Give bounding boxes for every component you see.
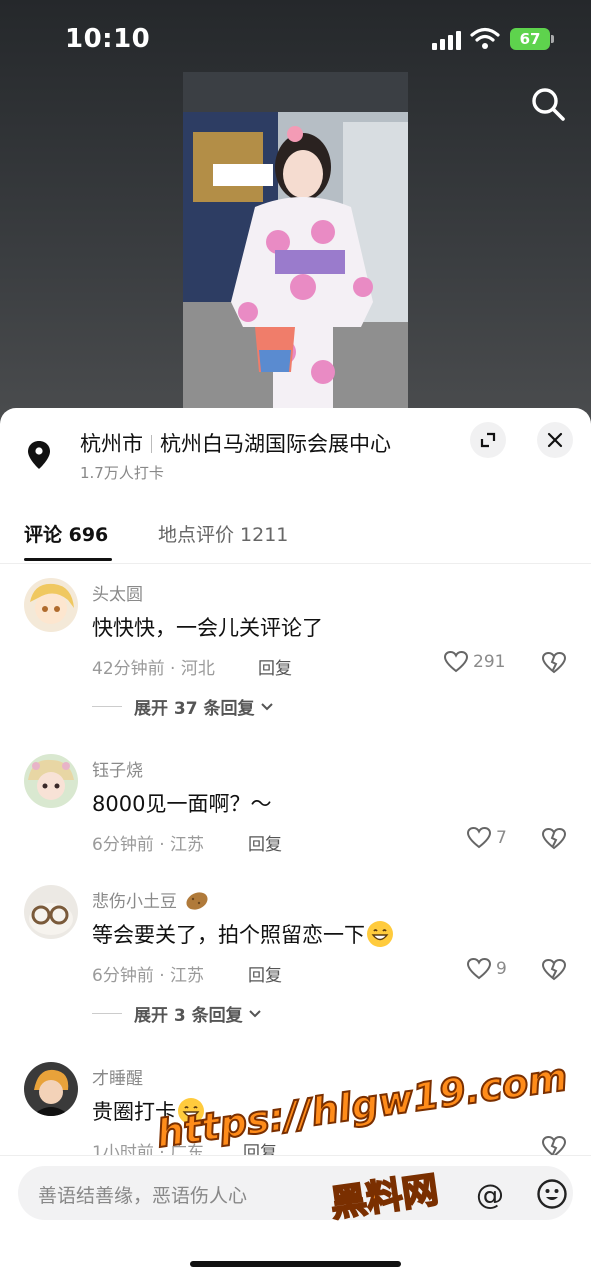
comment-meta: 6分钟前 · 江苏 xyxy=(92,835,205,855)
comment-sheet: 杭州市杭州白马湖国际会展中心 1.7万人打卡 评论 696 地点评价 1211 xyxy=(0,408,591,1280)
comment-author[interactable]: 才睡醒 xyxy=(92,1064,143,1089)
battery-icon: 67 xyxy=(510,28,554,50)
dislike-button[interactable] xyxy=(541,650,567,676)
cellular-signal-icon xyxy=(432,30,464,50)
avatar[interactable] xyxy=(24,885,78,939)
broken-heart-icon xyxy=(541,827,567,850)
comment-meta: 42分钟前 · 河北 xyxy=(92,659,215,679)
checkin-count: 1.7万人打卡 xyxy=(80,464,164,482)
divider-line xyxy=(92,706,122,707)
status-bar: 10:10 67 xyxy=(0,0,591,70)
broken-heart-icon xyxy=(541,958,567,981)
comment-meta: 6分钟前 · 江苏 xyxy=(92,966,205,986)
comment-author[interactable]: 钰子烧 xyxy=(92,756,143,781)
avatar[interactable] xyxy=(24,1062,78,1116)
expand-replies-label[interactable]: 展开 3 条回复 xyxy=(134,1001,243,1026)
location-city[interactable]: 杭州市 xyxy=(80,432,143,456)
home-indicator xyxy=(190,1261,401,1267)
like-count: 291 xyxy=(473,652,506,672)
divider-line xyxy=(92,1013,122,1014)
heart-icon xyxy=(466,957,492,980)
potato-emoji-icon xyxy=(186,892,208,910)
search-icon[interactable] xyxy=(528,84,568,124)
close-icon xyxy=(547,432,563,448)
tab-place-reviews[interactable]: 地点评价 1211 xyxy=(158,520,288,547)
grin-emoji-icon xyxy=(367,921,393,947)
expand-replies[interactable]: 展开 37 条回复 xyxy=(92,694,275,719)
heart-icon xyxy=(466,826,492,849)
close-button[interactable] xyxy=(537,422,573,458)
comment-input-placeholder[interactable]: 善语结善缘，恶语伤人心 xyxy=(38,1181,247,1208)
like-button[interactable]: 7 xyxy=(466,826,507,850)
comment-text: 等会要关了，拍个照留恋一下 xyxy=(92,919,393,949)
comment-author[interactable]: 悲伤小土豆 xyxy=(92,887,210,912)
reply-button[interactable]: 回复 xyxy=(258,654,292,679)
title-divider xyxy=(151,435,152,453)
status-time: 10:10 xyxy=(65,24,151,54)
comment-text-body: 等会要关了，拍个照留恋一下 xyxy=(92,923,365,947)
like-button[interactable]: 9 xyxy=(466,957,507,981)
expand-replies[interactable]: 展开 3 条回复 xyxy=(92,1001,263,1026)
chevron-down-icon xyxy=(248,1009,261,1017)
broken-heart-icon xyxy=(541,651,567,674)
location-title[interactable]: 杭州市 杭州白马湖国际会展中心 xyxy=(80,428,391,458)
smiley-icon xyxy=(537,1179,567,1209)
expand-replies-label[interactable]: 展开 37 条回复 xyxy=(134,694,255,719)
comment-author-name[interactable]: 悲伤小土豆 xyxy=(92,892,177,912)
wifi-icon xyxy=(470,26,500,50)
comment-input[interactable]: 善语结善缘，恶语伤人心 @ xyxy=(18,1166,573,1220)
comment-input-bar: 善语结善缘，恶语伤人心 @ xyxy=(0,1155,591,1280)
dislike-button[interactable] xyxy=(541,826,567,852)
emoji-button[interactable] xyxy=(536,1178,568,1210)
heart-icon xyxy=(443,650,469,673)
expand-icon xyxy=(480,432,496,448)
reply-button[interactable]: 回复 xyxy=(248,961,282,986)
avatar[interactable] xyxy=(24,754,78,808)
mention-button[interactable]: @ xyxy=(476,1178,504,1211)
chevron-down-icon xyxy=(260,702,273,710)
battery-level: 67 xyxy=(519,30,541,48)
tab-bar: 评论 696 地点评价 1211 xyxy=(0,508,591,564)
location-venue[interactable]: 杭州白马湖国际会展中心 xyxy=(160,432,391,456)
active-tab-indicator xyxy=(24,558,112,561)
like-count: 7 xyxy=(496,828,507,848)
location-pin-icon xyxy=(24,438,54,472)
comment-text: 8000见一面啊？～ xyxy=(92,792,272,816)
comment-text: 快快快，一会儿关评论了 xyxy=(92,616,323,640)
avatar[interactable] xyxy=(24,578,78,632)
expand-button[interactable] xyxy=(470,422,506,458)
dislike-button[interactable] xyxy=(541,957,567,983)
comment-author[interactable]: 头太圆 xyxy=(92,580,143,605)
video-frame-image[interactable] xyxy=(183,72,408,417)
tab-comments[interactable]: 评论 696 xyxy=(24,520,108,547)
like-button[interactable]: 291 xyxy=(443,650,505,674)
reply-button[interactable]: 回复 xyxy=(248,830,282,855)
like-count: 9 xyxy=(496,959,507,979)
